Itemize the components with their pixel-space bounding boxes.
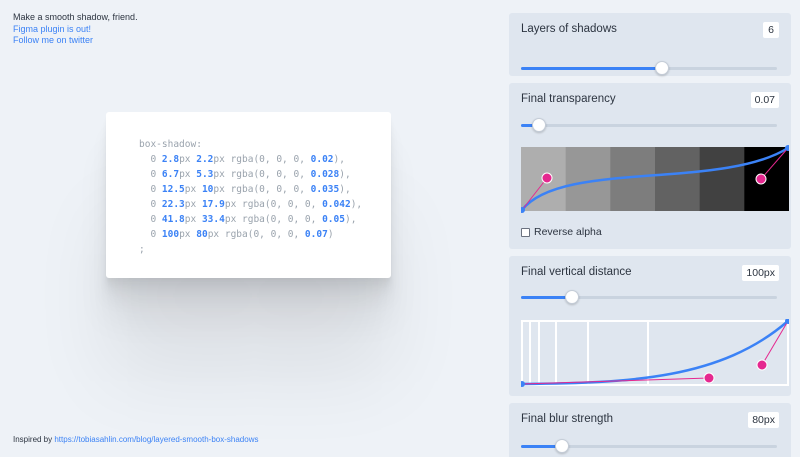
reverse-alpha-checkbox[interactable] xyxy=(521,227,530,237)
slider-thumb[interactable] xyxy=(654,61,669,75)
code-blur-value: 10 xyxy=(201,184,214,195)
code-row: 0 2.8px 2.2px rgba(0, 0, 0, 0.02), xyxy=(139,154,345,165)
footer-prefix: Inspired by xyxy=(13,435,55,444)
distance-label: Final vertical distance xyxy=(521,266,632,278)
transparency-label: Final transparency xyxy=(521,93,616,105)
control-handle-start[interactable] xyxy=(703,372,715,384)
code-blur-value: 33.4 xyxy=(201,214,225,225)
code-alpha-value: 0.035 xyxy=(310,184,340,195)
code-row: 0 22.3px 17.9px rgba(0, 0, 0, 0.042), xyxy=(139,199,363,210)
alpha-swatch xyxy=(655,147,701,211)
slider-thumb[interactable] xyxy=(554,439,569,453)
code-offset-value: 41.8 xyxy=(161,214,185,225)
slider-thumb[interactable] xyxy=(531,118,546,132)
code-offset-value: 22.3 xyxy=(161,199,185,210)
distance-slider[interactable] xyxy=(521,290,777,304)
code-row: 0 12.5px 10px rgba(0, 0, 0, 0.035), xyxy=(139,184,351,195)
blur-slider[interactable] xyxy=(521,439,777,453)
alpha-swatches xyxy=(521,147,789,211)
distance-curve-editor[interactable] xyxy=(521,319,789,387)
slider-thumb[interactable] xyxy=(565,290,580,304)
blur-label: Final blur strength xyxy=(521,413,614,425)
slider-fill xyxy=(521,67,662,70)
code-offset-value: 6.7 xyxy=(161,169,180,180)
footer: Inspired by https://tobiasahlin.com/blog… xyxy=(13,435,258,444)
code-alpha-value: 0.02 xyxy=(310,154,334,165)
layers-slider[interactable] xyxy=(521,61,777,75)
code-row: 0 100px 80px rgba(0, 0, 0, 0.07) xyxy=(139,229,334,240)
reverse-alpha-label: Reverse alpha xyxy=(534,226,602,238)
transparency-curve-editor[interactable] xyxy=(521,145,789,213)
twitter-link[interactable]: Follow me on twitter xyxy=(13,35,138,47)
control-handle-start[interactable] xyxy=(541,172,553,184)
shadow-preview-card: box-shadow: 0 2.8px 2.2px rgba(0, 0, 0, … xyxy=(106,112,391,278)
control-handle-end[interactable] xyxy=(755,173,767,185)
code-row: 0 6.7px 5.3px rgba(0, 0, 0, 0.028), xyxy=(139,169,351,180)
panel-distance: Final vertical distance 100px xyxy=(509,256,791,396)
intro: Make a smooth shadow, friend. Figma plug… xyxy=(13,12,138,47)
panel-layers: Layers of shadows 6 xyxy=(509,13,791,76)
transparency-value[interactable]: 0.07 xyxy=(750,92,779,108)
code-blur-value: 80 xyxy=(196,229,208,240)
slider-track xyxy=(521,124,777,127)
layers-label: Layers of shadows xyxy=(521,23,617,35)
code-blur-value: 17.9 xyxy=(201,199,225,210)
panel-transparency: Final transparency 0.07 Reverse alpha xyxy=(509,83,791,249)
code-footer: ; xyxy=(139,244,145,255)
code-blur-value: 5.3 xyxy=(196,169,214,180)
reverse-alpha-row[interactable]: Reverse alpha xyxy=(521,226,602,238)
code-offset-value: 2.8 xyxy=(161,154,180,165)
code-alpha-value: 0.07 xyxy=(304,229,328,240)
figma-plugin-link[interactable]: Figma plugin is out! xyxy=(13,24,138,36)
code-header: box-shadow: xyxy=(139,139,202,150)
code-blur-value: 2.2 xyxy=(196,154,214,165)
distance-value[interactable]: 100px xyxy=(742,265,779,281)
code-alpha-value: 0.05 xyxy=(322,214,345,225)
code-alpha-value: 0.028 xyxy=(310,169,340,180)
code-row: 0 41.8px 33.4px rgba(0, 0, 0, 0.05), xyxy=(139,214,357,225)
tagline: Make a smooth shadow, friend. xyxy=(13,12,138,22)
panel-blur: Final blur strength 80px xyxy=(509,403,791,457)
code-offset-value: 12.5 xyxy=(161,184,185,195)
control-handle-end[interactable] xyxy=(756,359,768,371)
blur-value[interactable]: 80px xyxy=(748,412,779,428)
code-offset-value: 100 xyxy=(161,229,180,240)
css-code-block: box-shadow: 0 2.8px 2.2px rgba(0, 0, 0, … xyxy=(139,137,362,257)
inspiration-link[interactable]: https://tobiasahlin.com/blog/layered-smo… xyxy=(54,435,258,444)
alpha-swatch xyxy=(699,147,745,211)
layers-value[interactable]: 6 xyxy=(763,22,779,38)
code-alpha-value: 0.042 xyxy=(322,199,351,210)
alpha-swatch xyxy=(744,147,789,211)
transparency-slider[interactable] xyxy=(521,118,777,132)
